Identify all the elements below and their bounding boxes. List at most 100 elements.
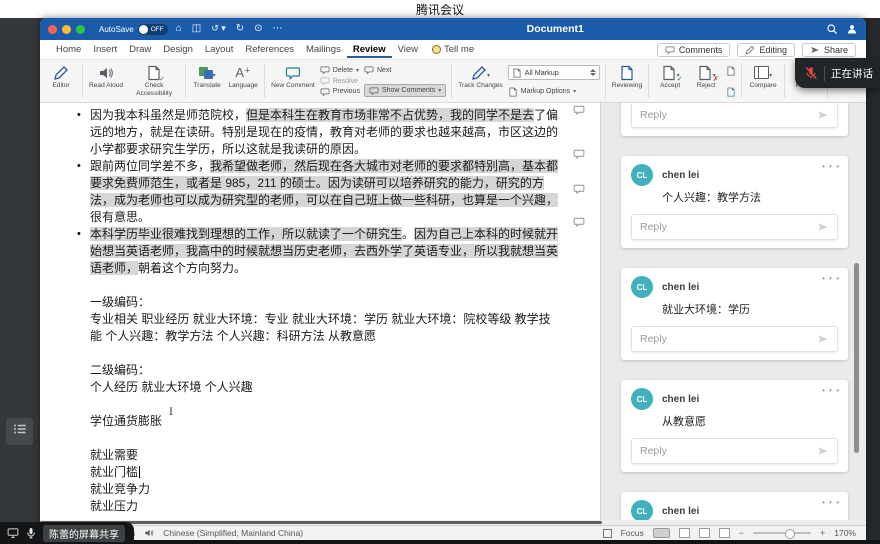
send-icon[interactable]: [817, 221, 829, 233]
editor-button[interactable]: Editor: [43, 62, 79, 100]
more-commands-icon[interactable]: [271, 24, 285, 34]
undo-icon[interactable]: [209, 24, 228, 34]
track-changes-icon: [471, 64, 490, 81]
compare-button[interactable]: Compare: [745, 62, 781, 100]
comment-header: CLchen lei: [631, 388, 838, 410]
track-changes-button[interactable]: Track Changes: [455, 62, 505, 100]
document-title: Document1: [291, 23, 820, 35]
new-comment-icon: [285, 64, 301, 81]
comments-button[interactable]: Comments: [657, 43, 731, 57]
send-icon[interactable]: [817, 333, 829, 345]
accessibility-speaker-icon[interactable]: [144, 528, 154, 538]
resolve-comment-button[interactable]: Resolve: [320, 76, 360, 87]
accept-change-button[interactable]: ✓ Accept: [652, 62, 688, 100]
view-mode-read-icon[interactable]: [653, 528, 670, 538]
reviewing-label: Reviewing: [612, 82, 642, 90]
share-button[interactable]: Share: [802, 43, 856, 57]
view-mode-web-icon[interactable]: [699, 528, 710, 538]
screen-share-pill[interactable]: 陈蕾的屏幕共享: [0, 522, 134, 544]
comment-anchor-icon[interactable]: [573, 104, 585, 121]
comment-text: 个人兴趣：教学方法: [662, 189, 838, 205]
check-accessibility-button[interactable]: ✓ Check Accessibility: [126, 62, 182, 100]
language-status[interactable]: Chinese (Simplified, Mainland China): [163, 528, 303, 538]
read-aloud-button[interactable]: Read Aloud: [86, 62, 126, 100]
comment-more-button[interactable]: [822, 274, 840, 283]
markup-options-button[interactable]: Markup Options: [508, 86, 600, 97]
comment-text: 就业大环境：学历: [662, 301, 838, 317]
delete-comment-button[interactable]: Delete: [320, 65, 360, 76]
redo-icon[interactable]: [234, 24, 246, 34]
comment-bubble-icon: [665, 45, 675, 55]
meeting-sidebar-list-button[interactable]: [6, 418, 33, 445]
language-button[interactable]: A⁺ Language: [225, 62, 261, 100]
view-mode-outline-icon[interactable]: [719, 528, 730, 538]
editing-mode-button[interactable]: Editing: [737, 43, 795, 57]
comment-anchor-icon[interactable]: [573, 183, 585, 200]
comment-card[interactable]: CLchen lei个人兴趣：教学方法Reply: [621, 156, 848, 248]
refresh-icon[interactable]: [252, 24, 264, 34]
previous-change-button[interactable]: [726, 65, 736, 76]
comment-card[interactable]: CLchen lei就业大环境：学历Reply: [621, 492, 848, 520]
resolve-label: Resolve: [333, 78, 358, 85]
comment-author: chen lei: [662, 506, 699, 517]
reviewing-pane-button[interactable]: Reviewing: [609, 62, 645, 100]
document-page[interactable]: •因为我本科虽然是师范院校，但是本科生在教育市场非常不占优势，我的同学不是去了偏…: [40, 103, 600, 520]
focus-label[interactable]: Focus: [621, 528, 644, 538]
menu-tab-view[interactable]: View: [392, 42, 424, 58]
comment-reply-box[interactable]: Reply: [631, 438, 838, 464]
send-icon[interactable]: [817, 109, 829, 121]
home-icon[interactable]: [174, 24, 184, 34]
next-comment-button[interactable]: Next: [364, 65, 446, 75]
next-change-button[interactable]: [726, 86, 736, 97]
markup-view-select[interactable]: All Markup: [508, 65, 600, 80]
menu-tab-mailings[interactable]: Mailings: [300, 42, 347, 58]
comment-anchor-icon[interactable]: [573, 148, 585, 165]
menu-tab-insert[interactable]: Insert: [87, 42, 123, 58]
comment-card[interactable]: CLchen lei就业大环境：学历Reply: [621, 268, 848, 360]
translate-button[interactable]: Translate: [189, 62, 225, 100]
show-comments-button[interactable]: Show Comments: [364, 84, 446, 97]
check-accessibility-icon: ✓: [146, 64, 162, 81]
comment-text: 从教意愿: [662, 413, 838, 429]
horizontal-scrollbar[interactable]: [40, 520, 866, 525]
comment-more-button[interactable]: [822, 386, 840, 395]
menu-tab-draw[interactable]: Draw: [123, 42, 157, 58]
view-mode-print-icon[interactable]: [679, 528, 690, 538]
comment-reply-box[interactable]: Reply: [631, 103, 838, 128]
menu-tab-references[interactable]: References: [239, 42, 300, 58]
zoom-out-icon[interactable]: [739, 528, 744, 538]
comment-more-button[interactable]: [822, 498, 840, 507]
menu-tab-layout[interactable]: Layout: [199, 42, 240, 58]
insertion-caret: [139, 466, 140, 478]
search-icon[interactable]: [826, 23, 838, 35]
zoom-window-button[interactable]: [76, 25, 85, 34]
avatar: CL: [631, 164, 653, 186]
account-icon[interactable]: [846, 23, 858, 35]
zoom-slider[interactable]: [753, 532, 811, 534]
save-icon[interactable]: [190, 24, 203, 34]
comments-scrollbar[interactable]: [854, 263, 859, 453]
comment-reply-box[interactable]: Reply: [631, 214, 838, 240]
zoom-in-icon[interactable]: [820, 528, 825, 538]
menu-tab-design[interactable]: Design: [157, 42, 199, 58]
send-icon[interactable]: [817, 445, 829, 457]
comment-more-button[interactable]: [822, 162, 840, 171]
tell-me-button[interactable]: Tell me: [426, 44, 480, 55]
zoom-slider-knob[interactable]: [785, 529, 795, 539]
previous-comment-button[interactable]: Previous: [320, 86, 360, 97]
new-comment-button[interactable]: New Comment: [268, 62, 318, 100]
menu-tab-review[interactable]: Review: [347, 42, 392, 58]
reviewing-icon: [619, 64, 635, 81]
menu-tab-home[interactable]: Home: [50, 42, 87, 58]
comment-card[interactable]: CLchen lei 从教意愿 Reply: [621, 380, 848, 472]
comment-card[interactable]: Reply: [621, 103, 848, 136]
reject-change-button[interactable]: ✗ Reject: [688, 62, 724, 100]
minimize-window-button[interactable]: [62, 25, 71, 34]
meeting-right-rail: [866, 18, 880, 544]
zoom-level[interactable]: 170%: [834, 528, 856, 538]
close-window-button[interactable]: [48, 25, 57, 34]
autosave-toggle[interactable]: AutoSave OFF: [99, 24, 168, 35]
comment-anchor-icon[interactable]: [573, 216, 585, 233]
comment-reply-box[interactable]: Reply: [631, 326, 838, 352]
comments-list: ReplyCLchen lei个人兴趣：教学方法ReplyCLchen lei就…: [621, 103, 848, 520]
